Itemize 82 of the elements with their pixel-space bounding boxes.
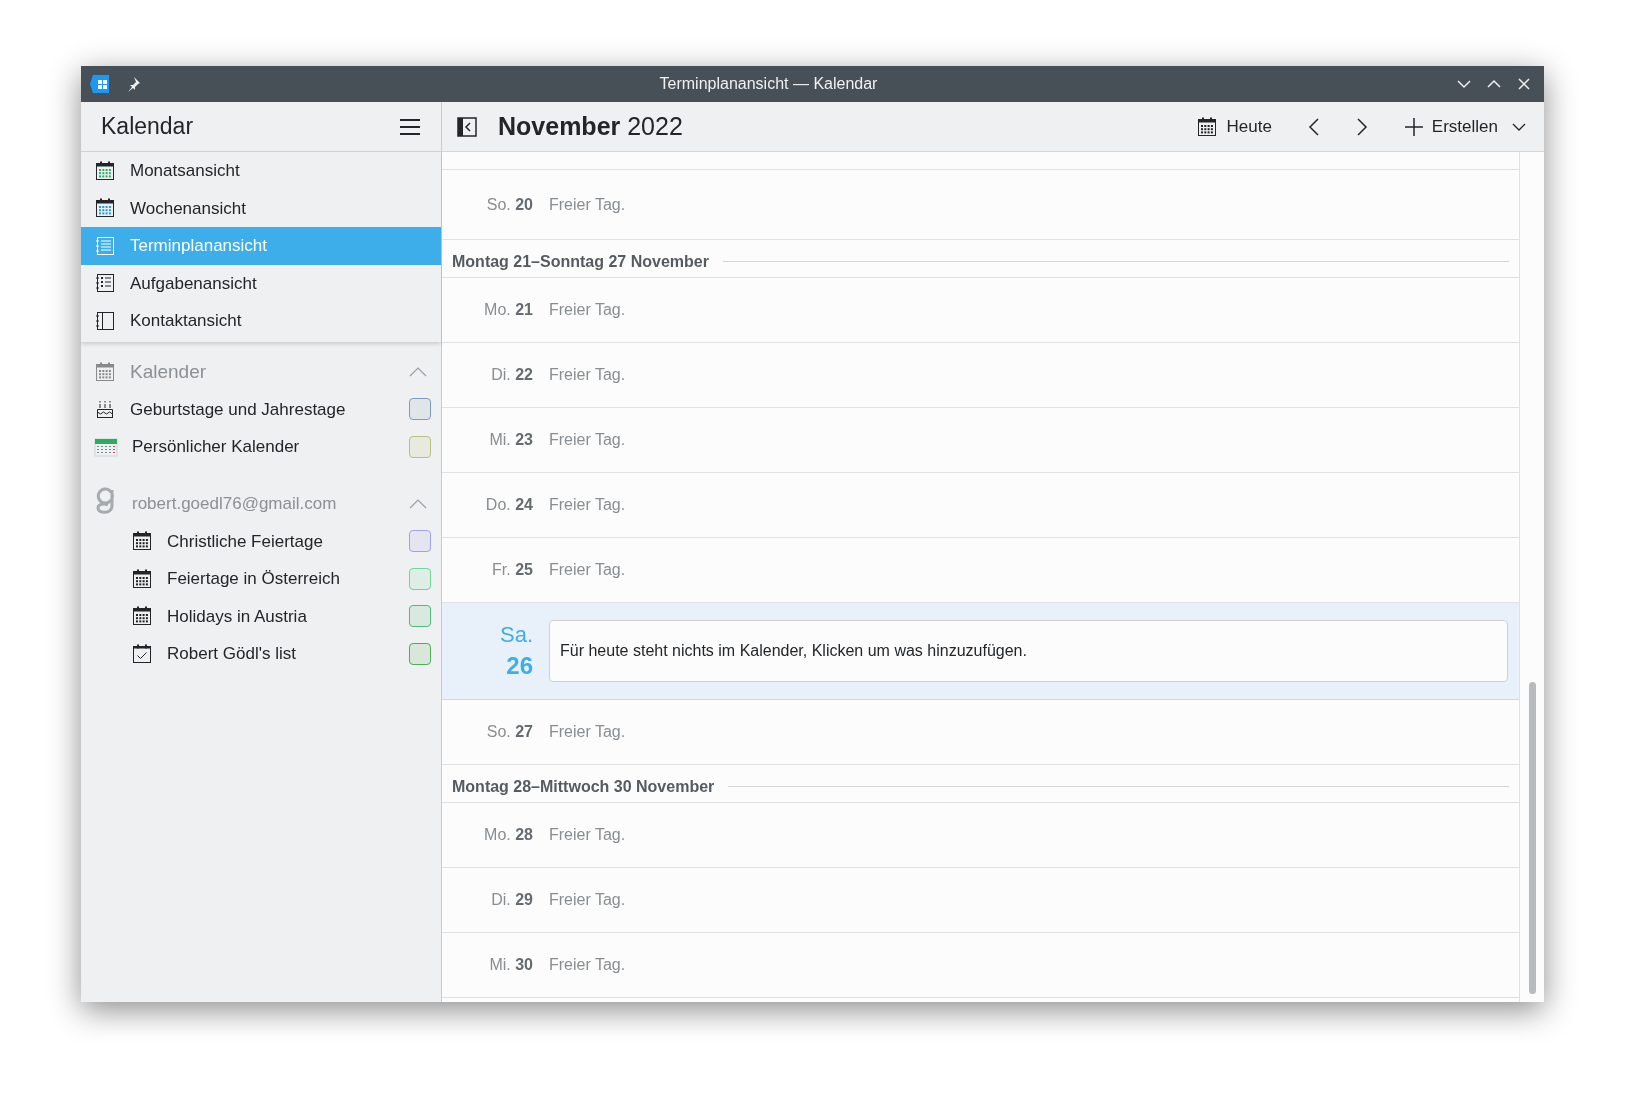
month-title: November 2022 — [498, 110, 683, 142]
calendar-checkbox[interactable] — [409, 530, 431, 553]
sidebar-title: Kalendar — [101, 112, 194, 142]
view-item[interactable]: Monatsansicht — [81, 152, 441, 190]
day-label: Mo. 28 — [484, 826, 533, 843]
day-label: Di. 22 — [491, 366, 533, 383]
calendar-checkbox[interactable] — [409, 605, 431, 628]
free-day-text: Freier Tag. — [549, 825, 626, 845]
calendar-name: Holidays in Austria — [167, 605, 308, 628]
view-item[interactable]: Wochenansicht — [81, 189, 441, 227]
calendar-checkbox[interactable] — [409, 435, 431, 458]
free-day-text: Freier Tag. — [549, 955, 626, 975]
section-title: Kalender — [130, 359, 208, 384]
view-label: Wochenansicht — [130, 197, 246, 220]
close-icon[interactable] — [1516, 76, 1532, 92]
free-day-text: Freier Tag. — [549, 560, 626, 580]
view-item[interactable]: Kontaktansicht — [81, 302, 441, 340]
day-label: So. 20 — [486, 195, 533, 213]
create-button[interactable]: Erstellen — [1399, 109, 1530, 144]
calendar-icon — [94, 197, 116, 220]
calendar-icon — [94, 435, 118, 458]
day-label: Di. 29 — [491, 891, 533, 908]
free-day-text: Freier Tag. — [549, 890, 626, 910]
free-day-text: Freier Tag. — [549, 722, 626, 742]
day-number: 26 — [506, 651, 533, 681]
calendar-icon — [94, 361, 116, 383]
calendar-icon — [131, 605, 153, 628]
calendar-name: Feiertage in Österreich — [167, 568, 341, 590]
day-label: Mi. 23 — [489, 431, 533, 448]
calendar-name: Christliche Feiertage — [167, 530, 324, 553]
calendar-item[interactable]: Feiertage in Österreich — [81, 560, 441, 598]
calendar-item[interactable]: Geburtstage und Jahrestage — [81, 390, 441, 428]
app-logo-icon — [89, 73, 111, 95]
calendar-icon — [131, 530, 153, 553]
day-label: Mo. 21 — [484, 301, 533, 318]
view-label: Kontaktansicht — [130, 310, 242, 332]
week-header: Montag 28–Mittwoch 30 November — [452, 776, 715, 797]
scrollbar-thumb[interactable] — [1528, 682, 1536, 994]
calendar-checkbox[interactable] — [409, 642, 431, 665]
calendar-icon — [131, 567, 153, 590]
view-label: Monatsansicht — [130, 160, 240, 182]
section-title: robert.goedl76@gmail.com — [132, 493, 338, 516]
calendar-icon — [1196, 115, 1219, 138]
free-day-text: Freier Tag. — [549, 495, 626, 515]
window-title: Terminplanansicht — Kalendar — [659, 74, 878, 94]
free-day-text: Freier Tag. — [549, 430, 626, 450]
view-item[interactable]: Aufgabenansicht — [81, 264, 441, 302]
collapse-icon[interactable] — [408, 498, 428, 510]
birthday-cake-icon — [94, 398, 116, 421]
checked-calendar-icon — [131, 642, 153, 665]
dropdown-caret-icon — [1512, 121, 1526, 132]
address-book-icon — [94, 309, 116, 332]
day-label: Do. 24 — [485, 496, 533, 513]
view-label: Aufgabenansicht — [130, 272, 257, 295]
week-header: Montag 21–Sonntag 27 November — [452, 251, 709, 272]
calendar-name: Robert Gödl's list — [167, 643, 297, 665]
menu-icon[interactable] — [399, 117, 421, 136]
task-list-icon — [94, 272, 116, 295]
today-button[interactable]: Heute — [1190, 109, 1278, 144]
view-label: Terminplanansicht — [130, 235, 267, 257]
pin-icon[interactable] — [125, 76, 141, 92]
calendar-item[interactable]: Holidays in Austria — [81, 597, 441, 635]
sidebar-toggle-icon[interactable] — [456, 115, 478, 138]
add-event-card[interactable]: Für heute steht nichts im Kalender, Klicken um was hinzuzufügen. — [549, 620, 1508, 682]
calendar-name: Persönlicher Kalender — [132, 436, 301, 458]
day-label: Sa. — [499, 621, 533, 649]
day-label: So. 27 — [486, 723, 533, 740]
calendar-checkbox[interactable] — [409, 567, 431, 590]
free-day-text: Freier Tag. — [549, 300, 626, 320]
collapse-icon[interactable] — [408, 366, 428, 378]
day-label: Mi. 30 — [489, 956, 533, 973]
calendar-checkbox[interactable] — [409, 398, 431, 421]
calendar-item[interactable]: Persönlicher Kalender — [81, 428, 441, 466]
calendar-name: Geburtstage und Jahrestage — [130, 398, 347, 421]
calendar-item[interactable]: Christliche Feiertage — [81, 522, 441, 560]
plus-icon — [1403, 116, 1424, 137]
day-label: Fr. 25 — [492, 561, 533, 578]
free-day-text: Freier Tag. — [549, 365, 626, 385]
agenda-list-icon — [94, 234, 116, 257]
free-day-text: Freier Tag. — [549, 194, 626, 215]
calendar-item[interactable]: Robert Gödl's list — [81, 635, 441, 673]
calendar-icon — [94, 159, 116, 182]
